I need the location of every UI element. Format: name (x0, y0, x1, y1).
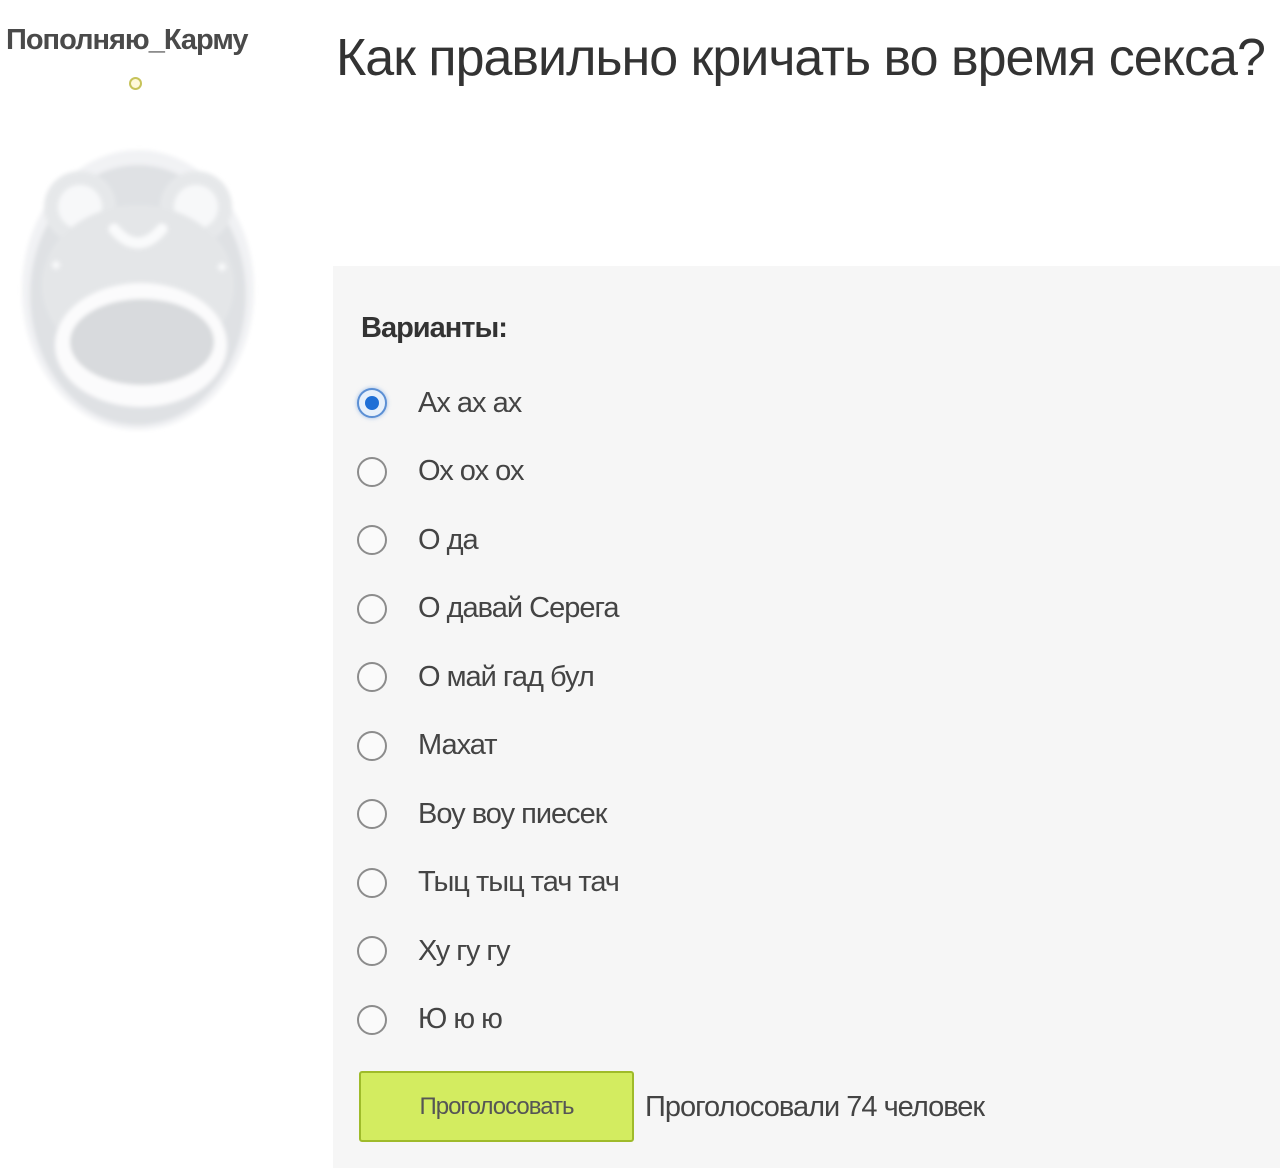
poll-option[interactable]: Ох ох ох (357, 438, 619, 507)
poll-option[interactable]: Воу воу пиесек (357, 780, 619, 849)
poll-option[interactable]: Тыц тыц тач тач (357, 849, 620, 918)
poll-option-label: О давай Серега (418, 592, 620, 625)
poll-option[interactable]: Ах ах ах (357, 369, 619, 438)
poll-option-label: Ах ах ах (418, 386, 522, 419)
poll-option[interactable]: Махат (357, 712, 619, 781)
poll-option-label: О да (418, 523, 479, 556)
poll-option-label: Тыц тыц тач тач (418, 866, 620, 899)
poll-panel: Варианты: Ах ах ах Ох ох ох О да О давай… (333, 266, 1280, 1168)
poll-option-label: О май гад бул (418, 660, 595, 693)
poll-option-label: Воу воу пиесек (418, 797, 607, 830)
radio-button[interactable] (357, 799, 387, 830)
radio-button[interactable] (357, 936, 387, 967)
radio-button[interactable] (357, 730, 387, 761)
poll-option-label: Махат (418, 729, 498, 762)
radio-button[interactable] (357, 525, 387, 556)
poll-option[interactable]: Ю ю ю (357, 986, 619, 1055)
radio-button-selected[interactable] (357, 388, 387, 419)
radio-button[interactable] (357, 867, 387, 898)
poll-option[interactable]: Ху гу гу (357, 917, 619, 986)
online-status-icon (129, 77, 142, 90)
question-title: Как правильно кричать во время секса? (336, 29, 1266, 87)
radio-button[interactable] (357, 456, 387, 487)
poll-option[interactable]: О давай Серега (357, 575, 620, 644)
poll-option-label: Ю ю ю (418, 1003, 503, 1036)
radio-button[interactable] (357, 1004, 387, 1035)
poll-option[interactable]: О май гад бул (357, 643, 619, 712)
radio-button[interactable] (357, 593, 387, 624)
frog-avatar-icon[interactable] (16, 145, 266, 433)
vote-button[interactable]: Проголосовать (359, 1071, 634, 1142)
options-heading: Варианты: (361, 312, 508, 344)
vote-count: Проголосовали 74 человек (645, 1091, 985, 1123)
radio-button[interactable] (357, 662, 387, 693)
username[interactable]: Пополняю_Карму (6, 24, 249, 57)
poll-option-label: Ху гу гу (418, 934, 510, 967)
poll-option[interactable]: О да (357, 506, 619, 575)
poll-options-list: Ах ах ах Ох ох ох О да О давай Серега О … (357, 369, 620, 1055)
poll-option-label: Ох ох ох (418, 455, 524, 488)
